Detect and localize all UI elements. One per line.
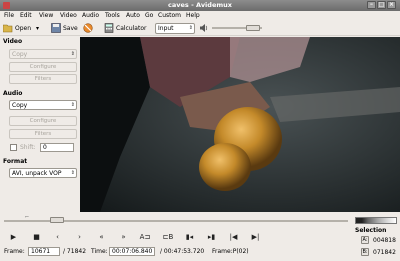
video-frame [80,37,400,212]
marker-a-label: A [139,233,145,241]
total-frames: / 71842 [63,248,87,255]
input-output-select[interactable]: Input ⇕ [155,23,195,34]
selection-b-label: B: [362,249,368,255]
selection-a-value: 004818 [373,237,396,244]
shift-input[interactable]: 0 [40,143,74,152]
shift-checkbox[interactable] [10,144,17,151]
shift-value: 0 [43,144,47,151]
set-marker-a-button[interactable]: A⊐ [137,231,153,243]
playback-controls: ▶ ■ ‹ › « » A⊐ ⊏B ▮◂ ▸▮ |◀ ▶| [0,229,360,245]
selection-panel: Selection A: 004818 B: 071842 [352,214,400,261]
frame-value: 10671 [31,248,51,255]
audio-codec-value: Copy [12,102,28,109]
title-bar: caves - Avidemux – □ × [0,0,400,11]
calculator-label: Calculator [116,24,147,32]
save-icon [51,23,61,33]
set-marker-b-button[interactable]: ⊏B [160,231,176,243]
minimize-icon[interactable]: – [367,1,376,9]
chevron-down-icon: ▾ [36,24,40,32]
menu-help[interactable]: Help [186,12,200,19]
chevron-down-icon: ⇕ [70,51,75,57]
sidebar: Video Copy ⇕ Configure Filters Audio Cop… [0,37,80,212]
chevron-down-icon: ⇕ [70,102,75,108]
menu-audio[interactable]: Audio [82,12,99,19]
volume-icon [199,22,211,34]
status-row: Frame: 10671 / 71842 Time: 00:07:06.840 … [0,246,360,259]
goto-marker-b-button[interactable]: B: [361,248,369,256]
last-frame-icon[interactable]: ▶| [249,231,262,243]
menu-auto[interactable]: Auto [126,12,140,19]
format-section-title: Format [3,158,28,165]
goto-marker-a-button[interactable]: A: [361,236,369,244]
close-icon[interactable]: × [387,1,396,9]
save-button[interactable]: Save [51,22,78,34]
video-filters-button[interactable]: Filters [9,74,77,84]
time-label: Time: [91,248,108,255]
next-black-frame-icon[interactable]: ▸▮ [205,231,218,243]
previous-black-frame-icon[interactable]: ▮◂ [183,231,196,243]
total-time: / 00:47:53.720 [160,248,205,255]
menu-edit[interactable]: Edit [20,12,32,19]
input-mode-value: Input [158,25,174,32]
chevron-down-icon: ⇕ [188,25,193,31]
menu-tools[interactable]: Tools [105,12,120,19]
selection-b-value: 071842 [373,249,396,256]
selection-a-label: A: [362,237,368,243]
menu-file[interactable]: File [4,12,14,19]
video-codec-select[interactable]: Copy ⇕ [9,49,77,59]
video-configure-button[interactable]: Configure [9,62,77,72]
time-value: 00:07:06.840 [112,248,153,255]
open-button[interactable]: Open [3,22,31,34]
open-label: Open [15,24,32,32]
calculator-button[interactable]: Calculator [104,22,146,34]
properties-button[interactable] [83,22,95,34]
audio-section-title: Audio [3,90,23,97]
timeline: ⌐ [0,212,400,229]
save-label: Save [63,24,78,32]
toolbar: Open ▾ Save Calculator Input ⇕ [0,20,400,36]
frame-input[interactable]: 10671 [28,247,60,256]
properties-icon [83,23,93,33]
video-codec-value: Copy [12,51,28,58]
first-frame-icon[interactable]: |◀ [227,231,240,243]
menu-custom[interactable]: Custom [158,12,181,19]
next-frame-icon[interactable]: › [73,231,86,243]
video-preview [80,37,400,212]
stop-icon[interactable]: ■ [30,231,43,243]
previous-frame-icon[interactable]: ‹ [51,231,64,243]
menu-go[interactable]: Go [145,12,153,19]
folder-open-icon [3,24,13,33]
maximize-icon[interactable]: □ [377,1,386,9]
audio-filters-button[interactable]: Filters [9,129,77,139]
frame-type: Frame:P(02) [212,248,249,255]
audio-codec-select[interactable]: Copy ⇕ [9,100,77,110]
window-title: caves - Avidemux [168,1,232,9]
frame-label: Frame: [4,248,25,255]
timeline-thumb[interactable] [50,217,65,223]
previous-keyframe-icon[interactable]: « [95,231,108,243]
shift-label: Shift: [20,144,36,151]
menu-bar: File Edit View Video Audio Tools Auto Go… [0,11,400,20]
open-dropdown[interactable]: ▾ [36,22,39,34]
format-select[interactable]: AVI, unpack VOP ⇕ [9,168,77,178]
format-value: AVI, unpack VOP [12,170,62,177]
volume-slider-thumb[interactable] [246,25,260,31]
time-input[interactable]: 00:07:06.840 [109,247,155,256]
marker-b-label: B [168,233,174,241]
audio-configure-button[interactable]: Configure [9,116,77,126]
histogram-bar [355,217,397,224]
menu-video[interactable]: Video [60,12,77,19]
chevron-down-icon: ⇕ [70,170,75,176]
menu-view[interactable]: View [39,12,53,19]
selection-title: Selection [355,227,387,234]
marker-a-indicator: ⌐ [25,214,30,220]
next-keyframe-icon[interactable]: » [117,231,130,243]
play-icon[interactable]: ▶ [7,231,20,243]
calculator-icon [104,23,114,33]
video-section-title: Video [3,38,23,45]
